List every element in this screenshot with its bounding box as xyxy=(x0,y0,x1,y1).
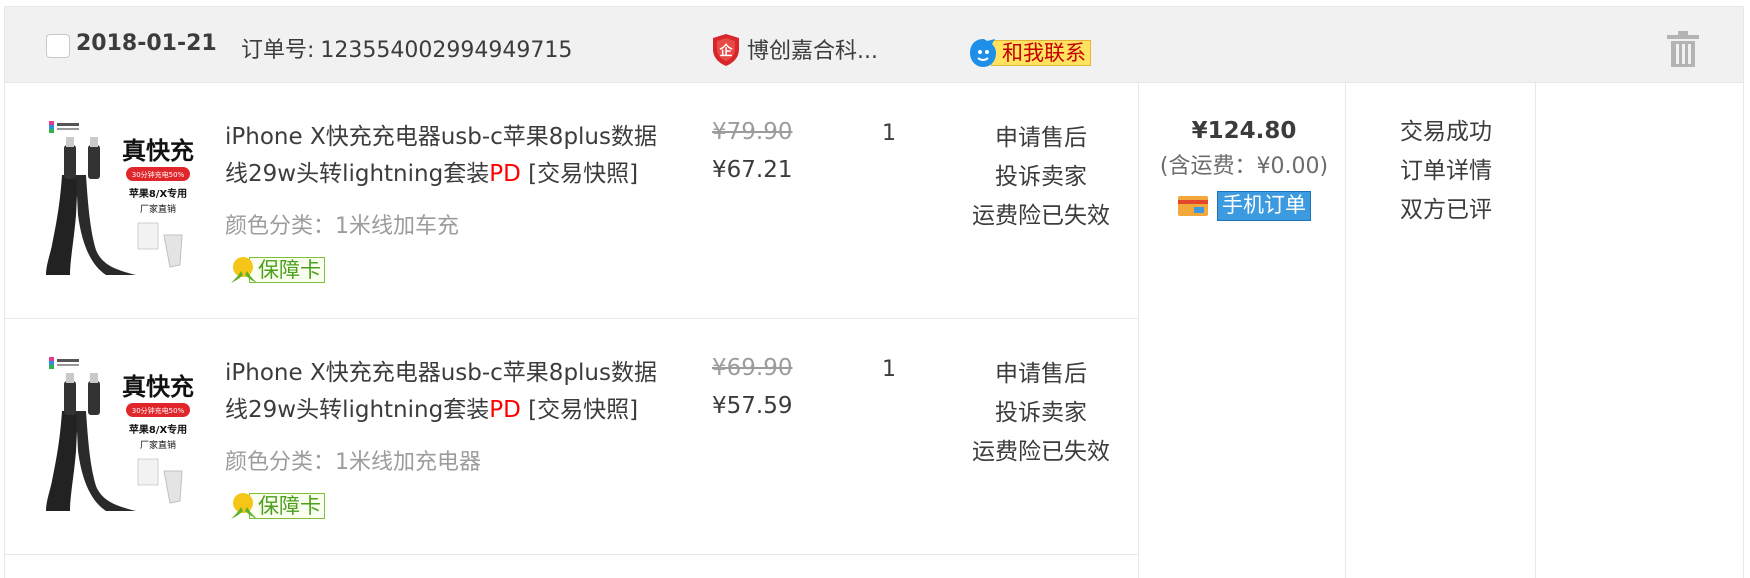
product-sku: 颜色分类：1米线加车充 xyxy=(225,214,459,239)
shipping-insurance-status[interactable]: 运费险已失效 xyxy=(950,197,1132,236)
apply-after-sales-link[interactable]: 申请售后 xyxy=(950,355,1132,394)
product-thumbnail[interactable]: 真快充 30分钟充电50% 苹果8/X专用 厂家直销 xyxy=(46,351,206,511)
product-title-highlight: PD xyxy=(489,161,521,187)
product-title-link[interactable]: iPhone X快充充电器usb-c苹果8plus数据线29w头转lightni… xyxy=(225,119,661,193)
shipping-fee: (含运费：¥0.00) xyxy=(1159,154,1329,179)
mobile-order-label: 手机订单 xyxy=(1217,191,1311,221)
quantity: 1 xyxy=(882,121,896,146)
order-total: ¥124.80 (含运费：¥0.00) 手机订单 xyxy=(1139,113,1349,222)
order-number: 订单号: 123554002994949715 xyxy=(241,32,572,64)
order-number-value: 123554002994949715 xyxy=(320,38,573,63)
actual-price: ¥57.59 xyxy=(712,393,793,419)
complain-seller-link[interactable]: 投诉卖家 xyxy=(950,158,1132,197)
item-operations: 申请售后 投诉卖家 运费险已失效 xyxy=(950,119,1132,236)
thumbnail-line2: 厂家直销 xyxy=(140,439,176,451)
leaf-badge-icon xyxy=(231,493,257,519)
shop-name-link[interactable]: 博创嘉合科... xyxy=(747,33,878,65)
original-price: ¥79.90 xyxy=(712,119,793,145)
original-price: ¥69.90 xyxy=(712,355,793,381)
actual-price: ¥67.21 xyxy=(712,157,793,183)
trade-snapshot-link[interactable]: [交易快照] xyxy=(528,397,638,423)
product-thumbnail[interactable]: 真快充 30分钟充电50% 苹果8/X专用 厂家直销 xyxy=(46,115,206,275)
product-sku: 颜色分类：1米线加充电器 xyxy=(225,450,481,475)
shield-enterprise-icon: 企 xyxy=(713,34,739,66)
chat-bubble-icon xyxy=(970,39,996,67)
leaf-badge-icon xyxy=(231,257,257,283)
thumbnail-line2: 厂家直销 xyxy=(140,203,176,215)
thumbnail-badge: 30分钟充电50% xyxy=(132,406,185,415)
order-item-row: 真快充 30分钟充电50% 苹果8/X专用 厂家直销 iPhone X快充充电器… xyxy=(5,83,1138,319)
order-header: 2018-01-21 订单号: 123554002994949715 企 博创嘉合… xyxy=(5,7,1743,83)
trade-status: 交易成功 xyxy=(1400,119,1492,145)
review-status-link[interactable]: 双方已评 xyxy=(1352,191,1540,230)
order-date: 2018-01-21 xyxy=(76,31,217,56)
thumbnail-badge: 30分钟充电50% xyxy=(132,170,185,179)
order-status: 交易成功 订单详情 双方已评 xyxy=(1352,113,1540,230)
order-detail-link[interactable]: 订单详情 xyxy=(1352,152,1540,191)
item-operations: 申请售后 投诉卖家 运费险已失效 xyxy=(950,355,1132,472)
trade-snapshot-link[interactable]: [交易快照] xyxy=(528,161,638,187)
thumbnail-headline: 真快充 xyxy=(122,137,194,165)
trash-icon[interactable] xyxy=(1665,29,1701,69)
mobile-order-badge[interactable]: 手机订单 xyxy=(1177,191,1311,221)
complain-seller-link[interactable]: 投诉卖家 xyxy=(950,394,1132,433)
total-amount: ¥124.80 xyxy=(1191,118,1297,144)
apply-after-sales-link[interactable]: 申请售后 xyxy=(950,119,1132,158)
thumbnail-line1: 苹果8/X专用 xyxy=(129,187,187,200)
card-icon xyxy=(1178,196,1208,216)
product-title-highlight: PD xyxy=(489,397,521,423)
svg-text:企: 企 xyxy=(718,43,733,59)
order-select-checkbox[interactable] xyxy=(46,34,70,58)
order-card: 2018-01-21 订单号: 123554002994949715 企 博创嘉合… xyxy=(4,6,1744,578)
shipping-insurance-status[interactable]: 运费险已失效 xyxy=(950,433,1132,472)
quantity: 1 xyxy=(882,357,896,382)
order-number-label: 订单号: xyxy=(241,38,315,63)
product-title-link[interactable]: iPhone X快充充电器usb-c苹果8plus数据线29w头转lightni… xyxy=(225,355,661,429)
thumbnail-headline: 真快充 xyxy=(122,373,194,401)
order-item-row: 真快充 30分钟充电50% 苹果8/X专用 厂家直销 iPhone X快充充电器… xyxy=(5,319,1138,555)
thumbnail-line1: 苹果8/X专用 xyxy=(129,423,187,436)
contact-seller-label: 和我联系 xyxy=(991,40,1091,66)
